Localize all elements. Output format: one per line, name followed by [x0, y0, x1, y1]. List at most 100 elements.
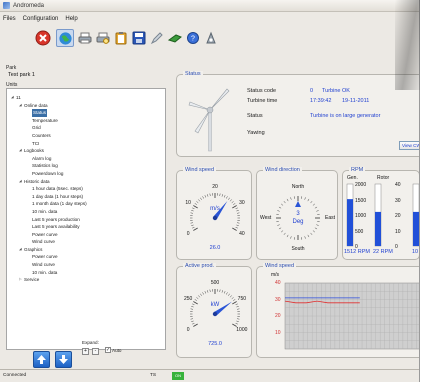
wind-speed-tick-label: 30: [239, 199, 245, 206]
active-prod-tick-mark: [194, 299, 197, 301]
status-panel: Status Status code 0 Turbine OK Turbine …: [176, 71, 419, 157]
menu-configuration[interactable]: Configuration: [23, 16, 59, 22]
tree-item-label: Wind curve: [32, 262, 55, 268]
compass-tick-mark: [283, 232, 286, 236]
tree-item-label: Graphics: [24, 246, 43, 252]
compass-tick-mark: [290, 236, 292, 239]
chart-y-tick-label: 40: [275, 280, 281, 286]
tree-item[interactable]: Grid: [7, 124, 165, 132]
compass-tick-mark: [283, 200, 286, 204]
tree-item[interactable]: 1 month data (1 day steps): [7, 200, 165, 208]
tree-item[interactable]: ◢ 11: [7, 94, 165, 102]
rpm-gen-tick-label: 1000: [355, 213, 367, 219]
compass-tick-mark: [280, 203, 284, 206]
chart-y-tick-label: 20: [275, 313, 281, 319]
connection-icon[interactable]: [168, 31, 182, 45]
save-icon[interactable]: [132, 31, 146, 45]
printer-preview-icon[interactable]: [96, 31, 110, 45]
tree-item[interactable]: Status: [7, 109, 165, 117]
active-prod-tick-label: 750: [237, 295, 247, 302]
wind-speed-tick-mark: [228, 197, 230, 200]
help-icon[interactable]: ?: [186, 31, 200, 45]
tree-item[interactable]: ▷ Service: [7, 276, 165, 284]
settings-icon[interactable]: [204, 31, 218, 45]
active-prod-tick-mark: [190, 318, 194, 320]
tree-item-label: 11: [16, 95, 21, 100]
chart-y-unit: m/s: [271, 272, 280, 278]
tree-item[interactable]: 1 hour data (5sec. steps): [7, 185, 165, 193]
wind-speed-tick-mark: [191, 224, 194, 226]
navigate-down-button[interactable]: [55, 351, 72, 368]
tree-item[interactable]: Power curve: [7, 253, 165, 261]
tree-item[interactable]: ◢ Graphics: [7, 246, 165, 254]
globe-icon[interactable]: [56, 29, 74, 47]
tree-item[interactable]: ◢ Logbooks: [7, 147, 165, 155]
tree-item-label: Last 5 years production: [32, 216, 80, 222]
active-prod-value: 725.0: [208, 341, 222, 347]
tree-item[interactable]: Counters: [7, 132, 165, 140]
wind-speed-tick-mark: [196, 201, 199, 204]
tree-item[interactable]: 10 min. data: [7, 269, 165, 277]
menu-bar: Files Configuration Help: [0, 13, 419, 24]
wind-speed-tick-mark: [198, 199, 201, 202]
tree-item-label: 1 day data (1 hour steps): [32, 193, 84, 199]
chart-y-tick-label: 30: [275, 296, 281, 303]
wind-direction-unit: Deg: [292, 219, 304, 225]
menu-help[interactable]: Help: [65, 16, 77, 22]
auto-label: Auto: [112, 347, 122, 353]
tree-item[interactable]: Temperature: [7, 117, 165, 125]
rpm-rotor-tick-label: 30: [395, 197, 401, 204]
tree-item-label: 10 min. data: [32, 269, 58, 275]
tree-item[interactable]: Alarm log: [7, 155, 165, 163]
tree-item[interactable]: TCI: [7, 140, 165, 148]
wind-speed-tick-mark: [229, 199, 232, 202]
view-cw-button[interactable]: View CW: [399, 141, 419, 150]
menu-files[interactable]: Files: [3, 16, 16, 22]
connection-status: Connected: [3, 373, 27, 378]
expand-all-button[interactable]: +: [82, 348, 89, 355]
expand-label: Expand:: [82, 340, 99, 345]
active-prod-tick-mark: [191, 320, 194, 322]
tree-item[interactable]: Power curve: [7, 231, 165, 239]
tree-item[interactable]: ◢ Online data: [7, 102, 165, 110]
tree-item-label: Power curve: [32, 231, 58, 237]
compass-tick-mark: [277, 224, 280, 226]
active-prod-gauge: Active prod. 0 250 500 750 1000 kW 725.0: [176, 263, 252, 358]
rpm-next-value: 10: [412, 249, 419, 255]
compass-tick-mark: [312, 230, 316, 233]
unit-tree[interactable]: ◢ 11 ◢ Online data Status Temperature Grid Coun…: [6, 88, 166, 350]
active-prod-tick-mark: [198, 295, 201, 298]
printer-icon[interactable]: [78, 31, 92, 45]
active-prod-tick-mark: [236, 308, 240, 310]
rpm-rotor-tick-label: 40: [395, 182, 401, 188]
app-window: Andromeda Files Configuration Help ? Par…: [0, 0, 420, 382]
tree-item[interactable]: 1 day data (1 hour steps): [7, 193, 165, 201]
tree-item[interactable]: ◢ Historic data: [7, 178, 165, 186]
compass-tick-mark: [286, 234, 289, 238]
tree-item[interactable]: 10 min. data: [7, 208, 165, 216]
active-prod-tick-label: 1000: [236, 326, 248, 333]
pen-icon[interactable]: [150, 31, 164, 45]
title-bar[interactable]: Andromeda: [0, 0, 419, 12]
collapse-all-button[interactable]: -: [92, 348, 99, 355]
park-name[interactable]: Test park 1: [8, 72, 35, 78]
compass-tick-mark: [280, 230, 284, 233]
tree-item[interactable]: Powerdown log: [7, 170, 165, 178]
tree-item-label: Historic data: [24, 178, 50, 184]
tree-item[interactable]: Last 5 years availability: [7, 223, 165, 231]
active-prod-tick-mark: [192, 322, 195, 325]
auto-checkbox[interactable]: ✓: [105, 347, 111, 353]
clipboard-icon[interactable]: [114, 31, 128, 45]
tree-item[interactable]: Last 5 years production: [7, 216, 165, 224]
tree-item[interactable]: Wind curve: [7, 238, 165, 246]
navigate-up-button[interactable]: [33, 351, 50, 368]
tree-item[interactable]: Wind curve: [7, 261, 165, 269]
wind-speed-tick-label: 10: [185, 199, 191, 206]
rpm-gen-bar: [347, 199, 353, 246]
auto-toggle[interactable]: ✓ Auto: [105, 347, 121, 353]
wind-speed-tick-mark: [193, 205, 198, 209]
stop-icon[interactable]: [34, 29, 52, 47]
tree-item[interactable]: Statistics log: [7, 162, 165, 170]
rpm-panel: RPM Gen. Rotor 2000 1500 1000 500 0 40 30 20 10 0 15…: [342, 167, 419, 260]
park-label: Park: [6, 65, 17, 71]
